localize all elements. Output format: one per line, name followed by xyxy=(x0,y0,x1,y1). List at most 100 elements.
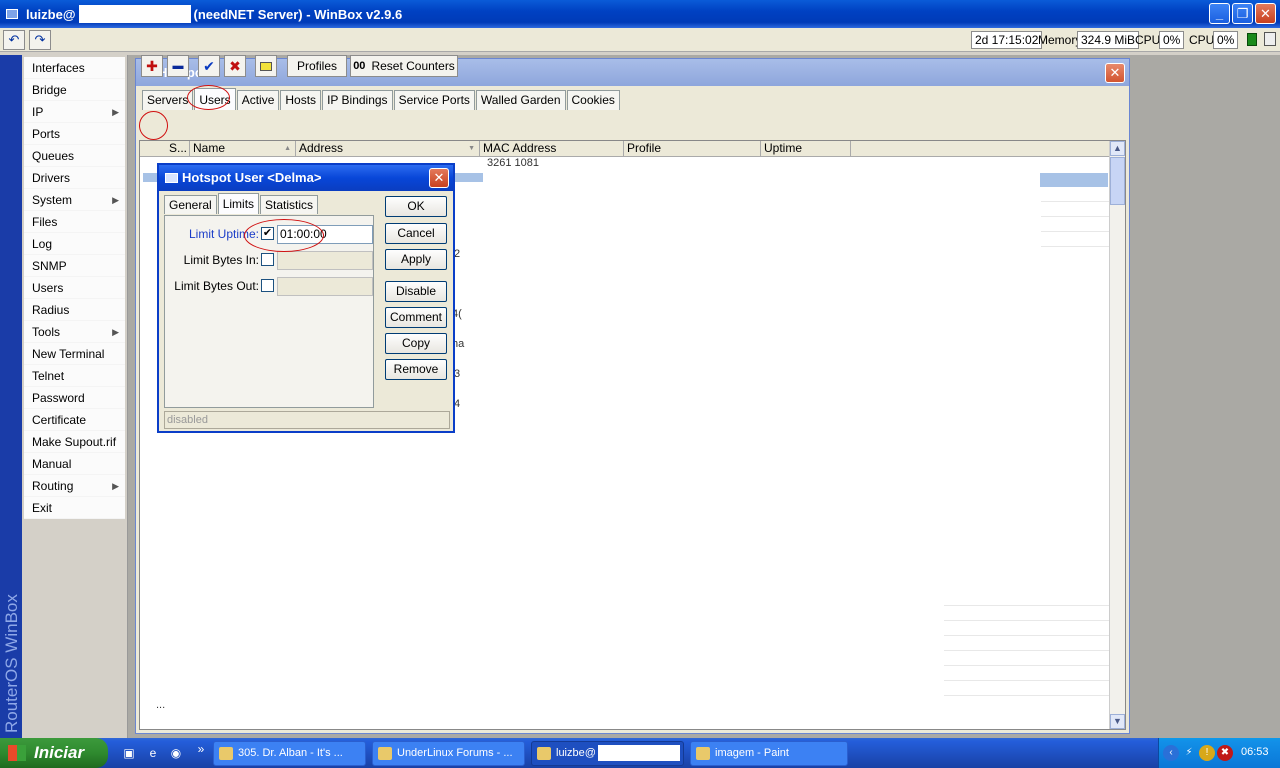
menu-item-snmp[interactable]: SNMP xyxy=(24,255,125,277)
menu-item-interfaces[interactable]: Interfaces xyxy=(24,57,125,79)
tab-walled-garden[interactable]: Walled Garden xyxy=(475,90,566,110)
scroll-up-icon[interactable]: ▲ xyxy=(1110,141,1125,156)
tab-servers[interactable]: Servers xyxy=(142,90,194,110)
col-address[interactable]: Address ▼ xyxy=(296,141,480,157)
comment-icon[interactable] xyxy=(255,55,277,77)
quicklaunch-more-icon[interactable]: » xyxy=(192,740,210,758)
menu-item-drivers[interactable]: Drivers xyxy=(24,167,125,189)
scroll-down-icon[interactable]: ▼ xyxy=(1110,714,1125,729)
limit-bytes-out-input[interactable] xyxy=(277,277,373,296)
profiles-button[interactable]: Profiles xyxy=(287,55,347,77)
col-name[interactable]: Name ▲ xyxy=(190,141,296,157)
close-button[interactable]: ✕ xyxy=(1255,3,1276,24)
menu-item-exit[interactable]: Exit xyxy=(24,497,125,519)
taskbar-button[interactable]: imagem - Paint xyxy=(690,741,848,766)
limit-bytes-in-checkbox[interactable] xyxy=(261,253,274,266)
antivirus-icon[interactable]: ✖ xyxy=(1217,745,1233,761)
disable-button[interactable]: Disable xyxy=(385,281,447,302)
menu-item-telnet[interactable]: Telnet xyxy=(24,365,125,387)
menu-item-certificate[interactable]: Certificate xyxy=(24,409,125,431)
menu-item-system[interactable]: System ▶ xyxy=(24,189,125,211)
menu-item-label: Manual xyxy=(32,457,72,471)
tab-cookies[interactable]: Cookies xyxy=(566,90,620,110)
limit-bytes-out-checkbox[interactable] xyxy=(261,279,274,292)
brand-text: RouterOS WinBox xyxy=(2,594,21,733)
col-address-label: Address xyxy=(299,141,344,155)
dialog-close-button[interactable]: ✕ xyxy=(429,168,449,188)
ok-button[interactable]: OK xyxy=(385,196,447,217)
taskbar-button-label: 305. Dr. Alban - It's ... xyxy=(238,747,343,759)
menu-item-routing[interactable]: Routing ▶ xyxy=(24,475,125,497)
limit-uptime-checkbox[interactable]: ✔ xyxy=(261,227,274,240)
tab-service-ports[interactable]: Service Ports xyxy=(393,90,475,110)
col-profile[interactable]: Profile xyxy=(624,141,761,157)
copy-button[interactable]: Copy xyxy=(385,333,447,354)
tab-users[interactable]: Users xyxy=(194,88,236,110)
tab-ip-bindings[interactable]: IP Bindings xyxy=(322,90,393,110)
internet-explorer-icon[interactable]: e xyxy=(144,744,162,762)
taskbar-button[interactable]: UnderLinux Forums - ... xyxy=(372,741,525,766)
sort-ascending-icon: ▲ xyxy=(284,145,291,152)
limit-bytes-out-row: Limit Bytes Out: xyxy=(165,276,373,296)
menu-item-make-supout-rif[interactable]: Make Supout.rif xyxy=(24,431,125,453)
dialog-tab-statistics[interactable]: Statistics xyxy=(260,195,319,214)
memory-readout: 324.9 MiB xyxy=(1077,31,1140,49)
menu-item-label: SNMP xyxy=(32,259,67,273)
main-menu: Interfaces Bridge IP ▶ Ports Queues Drivers Sys… xyxy=(22,55,128,738)
menu-item-label: Users xyxy=(32,281,64,295)
hotspot-title-bar[interactable]: Hotspot ✕ xyxy=(136,59,1129,86)
apply-button[interactable]: Apply xyxy=(385,249,447,270)
col-mac-address[interactable]: MAC Address xyxy=(480,141,624,157)
reset-counters-button[interactable]: 00 Reset Counters xyxy=(350,55,458,77)
remove-icon[interactable]: ▬ xyxy=(167,55,189,77)
undo-icon[interactable]: ↶ xyxy=(3,30,25,50)
remove-button[interactable]: Remove xyxy=(385,359,447,380)
menu-item-users[interactable]: Users xyxy=(24,277,125,299)
tab-active[interactable]: Active xyxy=(236,90,280,110)
enable-icon[interactable]: ✔ xyxy=(198,55,220,77)
menu-item-bridge[interactable]: Bridge xyxy=(24,79,125,101)
menu-item-files[interactable]: Files xyxy=(24,211,125,233)
menu-item-log[interactable]: Log xyxy=(24,233,125,255)
app-title-bar[interactable]: luizbe@ (needNET Server) - WinBox v2.9.6… xyxy=(0,0,1280,28)
security-shield-icon[interactable]: ! xyxy=(1199,745,1215,761)
menu-item-manual[interactable]: Manual xyxy=(24,453,125,475)
limit-bytes-in-input[interactable] xyxy=(277,251,373,270)
scroll-thumb[interactable] xyxy=(1110,157,1125,205)
dialog-tab-limits[interactable]: Limits xyxy=(217,193,260,214)
menu-item-tools[interactable]: Tools ▶ xyxy=(24,321,125,343)
add-icon[interactable]: ✚ xyxy=(141,55,163,77)
limit-uptime-input[interactable]: 01:00:00 xyxy=(277,225,373,244)
col-uptime[interactable]: Uptime xyxy=(761,141,851,157)
menu-item-ports[interactable]: Ports xyxy=(24,123,125,145)
show-desktop-icon[interactable]: ▣ xyxy=(120,744,138,762)
menu-item-label: Telnet xyxy=(32,369,65,383)
tray-expand-icon[interactable]: ‹ xyxy=(1163,745,1179,761)
menu-item-queues[interactable]: Queues xyxy=(24,145,125,167)
selected-row-highlight-right[interactable] xyxy=(1040,173,1108,187)
winbox-app-icon xyxy=(6,9,18,19)
vertical-scrollbar[interactable]: ▲ ▼ xyxy=(1109,141,1125,729)
taskbar-button[interactable]: 305. Dr. Alban - It's ... xyxy=(213,741,366,766)
menu-item-password[interactable]: Password xyxy=(24,387,125,409)
dialog-tab-general[interactable]: General xyxy=(164,195,217,214)
dialog-title-bar[interactable]: Hotspot User <Delma> ✕ xyxy=(159,165,453,191)
tab-hosts[interactable]: Hosts xyxy=(280,90,322,110)
col-status[interactable]: S... xyxy=(166,141,190,157)
hotspot-close-button[interactable]: ✕ xyxy=(1105,63,1125,83)
hotspot-user-dialog: Hotspot User <Delma> ✕ General Limits Stat… xyxy=(157,163,455,433)
redo-icon[interactable]: ↷ xyxy=(29,30,51,50)
network-icon[interactable]: ⚡ xyxy=(1181,745,1197,761)
start-button[interactable]: Iniciar xyxy=(0,738,108,768)
disable-icon[interactable]: ✖ xyxy=(224,55,246,77)
browser-icon[interactable]: ◉ xyxy=(167,744,185,762)
minimize-button[interactable]: _ xyxy=(1209,3,1230,24)
cancel-button[interactable]: Cancel xyxy=(385,223,447,244)
maximize-button[interactable]: ❐ xyxy=(1232,3,1253,24)
menu-item-ip[interactable]: IP ▶ xyxy=(24,101,125,123)
menu-item-new-terminal[interactable]: New Terminal xyxy=(24,343,125,365)
reset-counters-label: Reset Counters xyxy=(371,59,455,73)
comment-button[interactable]: Comment xyxy=(385,307,447,328)
menu-item-radius[interactable]: Radius xyxy=(24,299,125,321)
taskbar-button[interactable]: luizbe@ xyxy=(531,741,684,766)
